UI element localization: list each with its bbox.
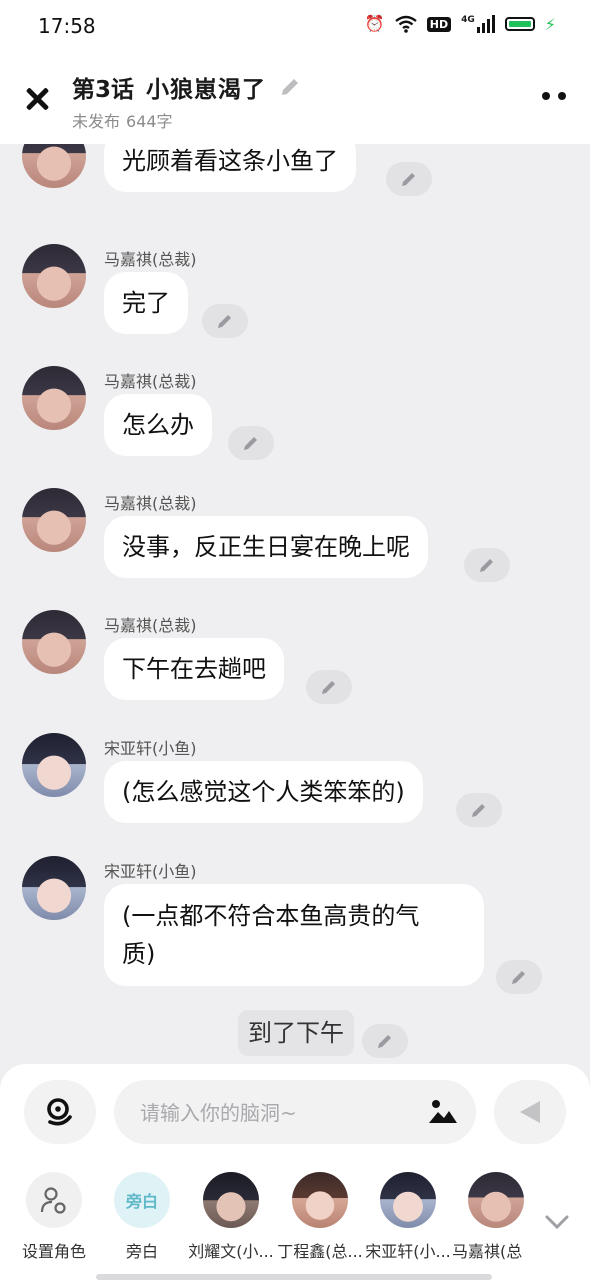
role-character[interactable]: 宋亚轩(小...: [364, 1172, 452, 1262]
edit-pencil-icon[interactable]: [306, 670, 352, 704]
narration-text[interactable]: 到了下午: [238, 1010, 354, 1056]
message-bubble[interactable]: 没事，反正生日宴在晚上呢: [104, 516, 428, 578]
avatar: [292, 1172, 348, 1228]
role-label: 刘耀文(小...: [188, 1242, 274, 1261]
edit-pencil-icon[interactable]: [456, 793, 502, 827]
message-bubble[interactable]: (一点都不符合本鱼高贵的气 质): [104, 884, 484, 986]
message-bubble[interactable]: (怎么感觉这个人类笨笨的): [104, 761, 423, 823]
avatar[interactable]: [22, 733, 86, 797]
avatar[interactable]: [22, 610, 86, 674]
message-line: 质): [122, 940, 156, 968]
send-icon: [520, 1101, 540, 1123]
send-button[interactable]: [494, 1080, 566, 1144]
episode-number: 第3话: [72, 77, 135, 103]
edit-pencil-icon[interactable]: [464, 548, 510, 582]
chat-area: 光顾着看这条小鱼了 马嘉祺(总裁) 完了 马嘉祺(总裁) 怎么办 马嘉祺(总裁)…: [0, 144, 590, 1064]
avatar: [468, 1172, 524, 1228]
role-narration[interactable]: 旁白 旁白: [98, 1172, 186, 1262]
charging-icon: ⚡: [544, 14, 556, 34]
role-label: 丁程鑫(总...: [277, 1242, 363, 1261]
edit-pencil-icon[interactable]: [228, 426, 274, 460]
message-bubble[interactable]: 完了: [104, 272, 188, 334]
avatar[interactable]: [22, 856, 86, 920]
chevron-down-icon[interactable]: [544, 1212, 570, 1232]
image-icon[interactable]: [428, 1098, 458, 1126]
role-label: 马嘉祺(总: [452, 1242, 522, 1261]
role-label: 宋亚轩(小...: [365, 1242, 451, 1261]
avatar: [380, 1172, 436, 1228]
role-character[interactable]: 马嘉祺(总: [452, 1172, 540, 1262]
sender-name: 马嘉祺(总裁): [104, 372, 197, 391]
alarm-icon: ⏰: [364, 14, 385, 33]
role-character[interactable]: 丁程鑫(总...: [276, 1172, 364, 1262]
status-icons: ⏰ HD 4G ⚡: [365, 14, 556, 34]
role-selector: 设置角色 旁白 旁白 刘耀文(小... 丁程鑫(总... 宋亚轩(小... 马嘉…: [0, 1172, 560, 1262]
role-label: 设置角色: [21, 1242, 86, 1261]
status-bar: 17:58 ⏰ HD 4G ⚡: [0, 0, 590, 52]
message-bubble[interactable]: 下午在去趟吧: [104, 638, 284, 700]
voice-icon: [47, 1098, 72, 1126]
hd-icon: HD: [426, 16, 452, 32]
more-options-icon[interactable]: [542, 92, 566, 100]
narration-badge: 旁白: [114, 1172, 170, 1228]
battery-icon: [504, 17, 535, 31]
home-indicator: [96, 1274, 492, 1280]
wifi-icon: [395, 15, 417, 33]
sender-name: 马嘉祺(总裁): [104, 494, 197, 513]
network-type: 4G: [461, 15, 475, 25]
role-character[interactable]: 刘耀文(小...: [187, 1172, 275, 1262]
edit-pencil-icon[interactable]: [496, 960, 542, 994]
editor-header: 第3话 小狼崽渴了 未发布 644字: [0, 52, 590, 144]
avatar[interactable]: [22, 144, 86, 188]
close-icon[interactable]: [22, 84, 52, 114]
message-line: (一点都不符合本鱼高贵的气: [122, 902, 420, 930]
clock: 17:58: [38, 14, 96, 38]
message-input[interactable]: [138, 1080, 422, 1146]
episode-title: 第3话 小狼崽渴了: [72, 70, 302, 104]
edit-pencil-icon[interactable]: [202, 304, 248, 338]
word-count: 644字: [126, 112, 173, 131]
sender-name: 马嘉祺(总裁): [104, 616, 197, 635]
publish-info: 未发布 644字: [72, 108, 173, 132]
composer-panel: 设置角色 旁白 旁白 刘耀文(小... 丁程鑫(总... 宋亚轩(小... 马嘉…: [0, 1064, 590, 1280]
edit-pencil-icon[interactable]: [386, 162, 432, 196]
role-setup[interactable]: 设置角色: [10, 1172, 98, 1262]
message-bubble[interactable]: 光顾着看这条小鱼了: [104, 144, 356, 192]
role-label: 旁白: [125, 1242, 158, 1261]
avatar[interactable]: [22, 244, 86, 308]
user-settings-icon: [26, 1172, 82, 1228]
edit-pencil-icon[interactable]: [362, 1024, 408, 1058]
sender-name: 马嘉祺(总裁): [104, 250, 197, 269]
voice-input-button[interactable]: [24, 1080, 96, 1144]
publish-status: 未发布: [72, 112, 121, 131]
sender-name: 宋亚轩(小鱼): [104, 862, 197, 881]
sender-name: 宋亚轩(小鱼): [104, 739, 197, 758]
episode-name: 小狼崽渴了: [146, 77, 267, 103]
message-bubble[interactable]: 怎么办: [104, 394, 212, 456]
avatar[interactable]: [22, 366, 86, 430]
avatar[interactable]: [22, 488, 86, 552]
avatar: [203, 1172, 259, 1228]
message-input-box[interactable]: [114, 1080, 476, 1146]
edit-title-pencil-icon[interactable]: [278, 75, 302, 99]
signal-icon: 4G: [461, 15, 495, 33]
